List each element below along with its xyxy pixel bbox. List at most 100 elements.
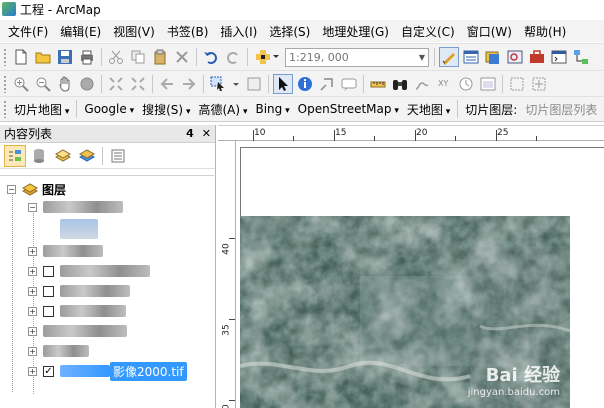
ruler-tick — [253, 130, 254, 141]
clear-selection-icon[interactable] — [230, 74, 242, 94]
clear-selected-features-icon[interactable] — [244, 74, 264, 94]
menu-bookmarks[interactable]: 书签(B) — [161, 23, 215, 40]
list-by-source-icon[interactable] — [28, 145, 50, 167]
menu-geoprocessing[interactable]: 地理处理(G) — [316, 23, 395, 40]
copy-icon[interactable] — [128, 47, 148, 67]
create-viewer-window-icon[interactable] — [478, 74, 498, 94]
search-window-icon[interactable] — [505, 47, 525, 67]
layer-visibility-checkbox[interactable]: ✓ — [43, 365, 54, 377]
raster-imagery-data-frame[interactable]: Bai 经验 jingyan.baidu.com — [240, 216, 570, 408]
add-data-icon[interactable] — [252, 47, 282, 67]
editor-toolbar-icon[interactable] — [439, 47, 459, 67]
layer-node[interactable]: + — [28, 302, 126, 320]
pin-icon[interactable]: 𝟰 — [186, 127, 194, 140]
expand-toggle[interactable]: + — [28, 366, 37, 376]
save-icon[interactable] — [55, 47, 75, 67]
layer-group-node[interactable]: − — [28, 198, 123, 216]
delete-icon[interactable] — [172, 47, 192, 67]
redo-icon[interactable] — [223, 47, 243, 67]
layer-visibility-checkbox[interactable] — [43, 305, 54, 317]
bing-tiles-menu[interactable]: Bing — [251, 102, 293, 116]
list-by-selection-icon[interactable] — [76, 145, 98, 167]
hyperlink-icon[interactable] — [317, 74, 337, 94]
tile-map-menu[interactable]: 切片地图 — [10, 101, 73, 118]
layer-visibility-checkbox[interactable] — [43, 265, 54, 277]
table-of-contents-icon[interactable] — [461, 47, 481, 67]
map-scale-combobox[interactable]: 1:219, 000 ▼ — [285, 47, 429, 67]
back-extent-icon[interactable] — [157, 74, 177, 94]
tools-toolbar: XY — [0, 70, 604, 96]
html-popup-icon[interactable] — [339, 74, 359, 94]
tile-layers-list[interactable]: 切片图层列表 — [521, 101, 601, 118]
layer-node[interactable]: + — [28, 282, 130, 300]
menu-insert[interactable]: 插入(I) — [214, 23, 263, 40]
list-by-drawing-order-icon[interactable] — [4, 144, 26, 167]
ruler-label: 20 — [416, 128, 428, 138]
openstreetmap-tiles-menu[interactable]: OpenStreetMap — [294, 102, 403, 116]
tianditu-tiles-menu[interactable]: 天地图 — [403, 101, 454, 118]
chevron-down-icon[interactable]: ▼ — [419, 53, 425, 62]
open-folder-icon[interactable] — [33, 47, 53, 67]
google-tiles-menu[interactable]: Google — [80, 102, 138, 116]
new-document-icon[interactable] — [11, 47, 31, 67]
fixed-zoom-out-icon[interactable] — [128, 74, 148, 94]
layer-node[interactable]: + — [28, 322, 127, 340]
amap-tiles-menu[interactable]: 高德(A) — [195, 101, 252, 118]
zoom-to-selected-icon[interactable] — [507, 74, 527, 94]
expand-toggle[interactable]: + — [28, 286, 37, 296]
identify-icon[interactable] — [295, 74, 315, 94]
collapse-toggle[interactable]: − — [7, 184, 16, 194]
undo-icon[interactable] — [201, 47, 221, 67]
arctoolbox-icon[interactable] — [527, 47, 547, 67]
expand-toggle[interactable]: + — [28, 246, 37, 256]
find-route-icon[interactable] — [412, 74, 432, 94]
menu-selection[interactable]: 选择(S) — [263, 23, 316, 40]
select-features-icon[interactable] — [208, 74, 228, 94]
close-icon[interactable]: ✕ — [202, 127, 211, 140]
menu-file[interactable]: 文件(F) — [2, 23, 54, 40]
python-window-icon[interactable] — [549, 47, 569, 67]
layer-node[interactable]: + — [28, 342, 89, 360]
expand-toggle[interactable]: + — [28, 326, 37, 336]
pan-to-selected-icon[interactable] — [529, 74, 549, 94]
layer-node[interactable]: + — [28, 242, 103, 260]
catalog-icon[interactable] — [483, 47, 503, 67]
expand-toggle[interactable]: + — [28, 266, 37, 276]
toolbar-grip[interactable] — [3, 74, 7, 93]
menu-windows[interactable]: 窗口(W) — [461, 23, 518, 40]
zoom-in-icon[interactable] — [11, 74, 31, 94]
time-slider-icon[interactable] — [456, 74, 476, 94]
cut-icon[interactable] — [106, 47, 126, 67]
layers-root-node[interactable]: − 图层 — [7, 180, 66, 198]
layer-node[interactable]: + — [28, 262, 150, 280]
zoom-out-icon[interactable] — [33, 74, 53, 94]
modelbuilder-icon[interactable] — [571, 47, 591, 67]
print-icon[interactable] — [77, 47, 97, 67]
blurred-layer-name — [43, 345, 89, 357]
go-to-xy-icon[interactable]: XY — [434, 74, 454, 94]
fixed-zoom-in-icon[interactable] — [106, 74, 126, 94]
paste-icon[interactable] — [150, 47, 170, 67]
expand-toggle[interactable]: + — [28, 306, 37, 316]
layer-symbol-node — [60, 219, 98, 239]
menu-view[interactable]: 视图(V) — [107, 23, 161, 40]
list-by-visibility-icon[interactable] — [52, 145, 74, 167]
full-extent-icon[interactable] — [77, 74, 97, 94]
soso-tiles-menu[interactable]: 搜搜(S) — [138, 101, 194, 118]
menu-customize[interactable]: 自定义(C) — [395, 23, 461, 40]
select-elements-arrow-icon[interactable] — [273, 73, 293, 94]
find-binoculars-icon[interactable] — [390, 74, 410, 94]
raster-layer-node[interactable]: + ✓ 影像2000.tif — [28, 361, 187, 381]
expand-toggle[interactable]: + — [28, 346, 37, 356]
layer-visibility-checkbox[interactable] — [43, 285, 54, 297]
menu-edit[interactable]: 编辑(E) — [54, 23, 107, 40]
blurred-layer-name — [43, 201, 123, 213]
toc-options-icon[interactable] — [107, 145, 129, 167]
menu-help[interactable]: 帮助(H) — [518, 23, 572, 40]
collapse-toggle[interactable]: − — [28, 202, 37, 212]
toolbar-grip[interactable] — [3, 100, 7, 118]
pan-hand-icon[interactable] — [55, 74, 75, 94]
measure-icon[interactable] — [368, 74, 388, 94]
toolbar-grip[interactable] — [3, 48, 7, 66]
forward-extent-icon[interactable] — [179, 74, 199, 94]
